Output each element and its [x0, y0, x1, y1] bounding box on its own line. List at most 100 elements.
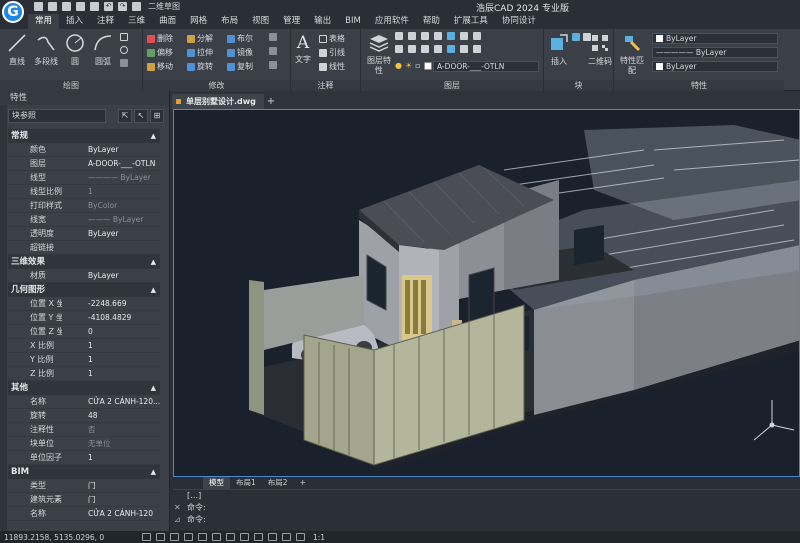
tab-view[interactable]: 视图 — [245, 14, 276, 29]
property-row[interactable]: 图层 A-DOOR-___-OTLN — [8, 157, 160, 171]
property-value[interactable]: ByLayer — [62, 143, 160, 156]
property-value[interactable]: ByLayer — [62, 269, 160, 282]
property-row[interactable]: 位置 X 坐标-2248.669 — [8, 297, 160, 311]
property-value[interactable]: 无单位 — [62, 437, 160, 450]
tab-layout[interactable]: 布局 — [214, 14, 245, 29]
command-options-icon[interactable]: ⊿ — [174, 514, 181, 526]
property-value[interactable]: -2248.669 — [62, 297, 160, 310]
property-row[interactable]: 块单位 无单位 — [8, 437, 160, 451]
property-row[interactable]: 类型 门 — [8, 479, 160, 493]
layer-tool-icon[interactable] — [460, 45, 468, 53]
leader-button[interactable]: 引线 — [319, 47, 345, 58]
property-row[interactable]: Z 比例 1 — [8, 367, 160, 381]
command-line-2[interactable]: ⊿ 命令: — [173, 514, 800, 526]
property-value[interactable]: ——— ByLayer — [62, 213, 160, 226]
trim-icon[interactable] — [269, 33, 277, 41]
layer-properties-button[interactable]: 图层特性 — [365, 32, 393, 76]
fillet-icon[interactable] — [269, 47, 277, 55]
layer-tool-icon[interactable] — [408, 45, 416, 53]
property-row[interactable]: 位置 Y 坐标-4108.4829 — [8, 311, 160, 325]
tab-collaboration[interactable]: 协同设计 — [495, 14, 543, 29]
tab-3d[interactable]: 三维 — [121, 14, 152, 29]
boolean-button[interactable]: 布尔 — [227, 33, 253, 44]
offset-button[interactable]: 偏移 — [147, 47, 173, 58]
tab-insert[interactable]: 插入 — [59, 14, 90, 29]
property-row[interactable]: 名称 CỬA 2 CÁNH-120 — [8, 507, 160, 521]
linetype-dropdown[interactable]: ————— ByLayer — [652, 47, 778, 58]
property-row[interactable]: 建筑元素类型门 — [8, 493, 160, 507]
property-value[interactable]: ByLayer — [62, 227, 160, 240]
property-value[interactable]: 1 — [62, 353, 160, 366]
open-file-icon[interactable] — [48, 2, 57, 11]
layer-tool-icon[interactable] — [447, 32, 455, 40]
undo-icon[interactable]: ↶ — [104, 2, 113, 11]
tab-apps[interactable]: 应用软件 — [368, 14, 416, 29]
annotation-visibility-icon[interactable] — [296, 533, 305, 541]
property-value[interactable]: 否 — [62, 423, 160, 436]
property-row[interactable]: 位置 Z 坐标0 — [8, 325, 160, 339]
selection-type-dropdown[interactable]: 块参照 — [8, 109, 106, 123]
insert-block-button[interactable]: 插入 — [548, 32, 570, 67]
layer-tool-icon[interactable] — [447, 45, 455, 53]
new-file-icon[interactable] — [34, 2, 43, 11]
document-tab[interactable]: 单层别墅设计.dwg — [172, 94, 264, 109]
dynamic-ucs-icon[interactable] — [282, 533, 291, 541]
property-value[interactable]: ———— ByLayer — [62, 171, 160, 184]
layer-lock-icon[interactable]: ▫ — [415, 61, 420, 70]
rectangle-icon[interactable] — [120, 33, 128, 41]
array-icon[interactable] — [269, 61, 277, 69]
copy-button[interactable]: 复制 — [227, 61, 253, 72]
property-value[interactable]: -4108.4829 — [62, 311, 160, 324]
polyline-button[interactable]: 多段线 — [34, 32, 58, 67]
erase-button[interactable]: 删除 — [147, 33, 173, 44]
polar-toggle-icon[interactable] — [184, 533, 193, 541]
layer-tool-icon[interactable] — [395, 45, 403, 53]
linear-dim-button[interactable]: 线性 — [319, 61, 345, 72]
collapse-icon[interactable]: ▲ — [151, 255, 156, 269]
grid-toggle-icon[interactable] — [142, 533, 151, 541]
redo-icon[interactable]: ↷ — [118, 2, 127, 11]
tab-annotate[interactable]: 注释 — [90, 14, 121, 29]
stretch-button[interactable]: 拉伸 — [187, 47, 213, 58]
save-icon[interactable] — [62, 2, 71, 11]
property-value[interactable]: A-DOOR-___-OTLN — [62, 157, 160, 170]
layer-tool-icon[interactable] — [421, 45, 429, 53]
property-section-header[interactable]: BIM ▲ — [8, 465, 160, 479]
layer-tool-icon[interactable] — [460, 32, 468, 40]
match-properties-button[interactable]: 特性匹配 — [620, 32, 644, 76]
property-row[interactable]: 线型比例 1 — [8, 185, 160, 199]
circle-button[interactable]: 圆 — [64, 32, 86, 67]
otrack-toggle-icon[interactable] — [212, 533, 221, 541]
property-row[interactable]: Y 比例 1 — [8, 353, 160, 367]
property-value[interactable]: CỬA 2 CÁNH-120 — [62, 507, 160, 520]
property-row[interactable]: X 比例 1 — [8, 339, 160, 353]
property-section-header[interactable]: 常规 ▲ — [8, 129, 160, 143]
property-row[interactable]: 打印样式 ByColor — [8, 199, 160, 213]
workspace-icon[interactable] — [132, 2, 141, 11]
tab-help[interactable]: 帮助 — [416, 14, 447, 29]
collapse-icon[interactable]: ▲ — [151, 129, 156, 143]
property-value[interactable]: 0 — [62, 325, 160, 338]
collapse-icon[interactable]: ▲ — [151, 381, 156, 395]
palette-side-strip[interactable] — [0, 105, 7, 534]
new-document-tab-button[interactable]: + — [264, 94, 278, 109]
3d-osnap-icon[interactable] — [268, 533, 277, 541]
tab-layout2[interactable]: 布局2 — [262, 477, 294, 489]
annotation-scale[interactable]: 1:1 — [313, 533, 325, 542]
property-row[interactable]: 注释性否 — [8, 423, 160, 437]
osnap-toggle-icon[interactable] — [198, 533, 207, 541]
layer-color-icon[interactable] — [423, 61, 432, 70]
property-section-header[interactable]: 三维效果 ▲ — [8, 255, 160, 269]
print-icon[interactable] — [90, 2, 99, 11]
tab-output[interactable]: 输出 — [307, 14, 338, 29]
property-value[interactable]: ByColor — [62, 199, 160, 212]
text-button[interactable]: A 文字 — [295, 32, 311, 65]
property-row[interactable]: 材质 ByLayer — [8, 269, 160, 283]
property-value[interactable]: CỬA 2 CÁNH-120... — [62, 395, 160, 408]
lineweight-dropdown[interactable]: ByLayer — [652, 61, 778, 72]
snap-toggle-icon[interactable] — [156, 533, 165, 541]
property-value[interactable]: 门 — [62, 493, 160, 506]
line-button[interactable]: 直线 — [6, 32, 28, 67]
layer-thaw-icon[interactable]: ☀ — [405, 61, 412, 70]
select-objects-icon[interactable]: ↖ — [134, 109, 148, 123]
